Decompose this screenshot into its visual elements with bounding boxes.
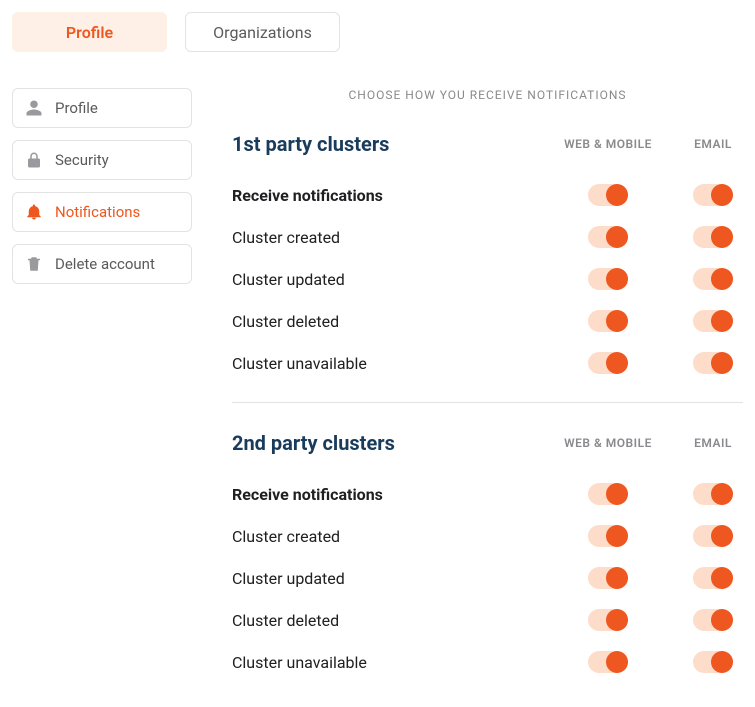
sidebar-item-label: Security xyxy=(55,151,109,169)
group-1st-party: 1st party clusters WEB & MOBILE EMAIL Re… xyxy=(232,132,743,384)
col-header-web: WEB & MOBILE xyxy=(563,137,653,151)
sidebar-item-profile[interactable]: Profile xyxy=(12,88,192,128)
column-headers: WEB & MOBILE EMAIL xyxy=(563,436,743,450)
tab-profile[interactable]: Profile xyxy=(12,12,167,52)
notification-row: Cluster updated xyxy=(232,557,743,599)
notification-row: Cluster created xyxy=(232,515,743,557)
row-label: Cluster updated xyxy=(232,569,345,588)
notification-row: Cluster created xyxy=(232,216,743,258)
toggle-email[interactable] xyxy=(693,651,733,673)
row-label: Cluster created xyxy=(232,527,340,546)
notification-row: Cluster unavailable xyxy=(232,342,743,384)
toggle-email[interactable] xyxy=(693,310,733,332)
lock-icon xyxy=(25,151,43,169)
toggle-email[interactable] xyxy=(693,567,733,589)
row-label: Receive notifications xyxy=(232,186,383,205)
col-header-web: WEB & MOBILE xyxy=(563,436,653,450)
toggle-web[interactable] xyxy=(588,609,628,631)
notification-row: Cluster deleted xyxy=(232,300,743,342)
toggle-email[interactable] xyxy=(693,483,733,505)
row-label: Cluster deleted xyxy=(232,312,339,331)
group-title: 2nd party clusters xyxy=(232,431,395,455)
divider xyxy=(232,402,743,403)
top-tabs: Profile Organizations xyxy=(12,12,743,52)
row-label: Cluster updated xyxy=(232,270,345,289)
bell-icon xyxy=(25,203,43,221)
toggle-email[interactable] xyxy=(693,609,733,631)
page-subtitle: CHOOSE HOW YOU RECEIVE NOTIFICATIONS xyxy=(232,88,743,102)
sidebar-item-label: Profile xyxy=(55,99,98,117)
toggle-email[interactable] xyxy=(693,226,733,248)
toggle-web[interactable] xyxy=(588,352,628,374)
toggle-web[interactable] xyxy=(588,483,628,505)
tab-organizations[interactable]: Organizations xyxy=(185,12,340,52)
toggle-web[interactable] xyxy=(588,184,628,206)
toggle-email[interactable] xyxy=(693,352,733,374)
column-headers: WEB & MOBILE EMAIL xyxy=(563,137,743,151)
group-2nd-party: 2nd party clusters WEB & MOBILE EMAIL Re… xyxy=(232,431,743,683)
notification-row: Receive notifications xyxy=(232,174,743,216)
toggle-email[interactable] xyxy=(693,184,733,206)
sidebar-item-delete-account[interactable]: Delete account xyxy=(12,244,192,284)
tab-label: Profile xyxy=(66,23,113,42)
user-icon xyxy=(25,99,43,117)
toggle-web[interactable] xyxy=(588,310,628,332)
toggle-web[interactable] xyxy=(588,525,628,547)
sidebar-item-security[interactable]: Security xyxy=(12,140,192,180)
toggle-email[interactable] xyxy=(693,268,733,290)
sidebar-item-notifications[interactable]: Notifications xyxy=(12,192,192,232)
sidebar-item-label: Notifications xyxy=(55,203,140,221)
row-label: Cluster created xyxy=(232,228,340,247)
row-label: Cluster deleted xyxy=(232,611,339,630)
sidebar-item-label: Delete account xyxy=(55,255,155,273)
col-header-email: EMAIL xyxy=(683,137,743,151)
notification-row: Cluster unavailable xyxy=(232,641,743,683)
row-label: Cluster unavailable xyxy=(232,653,367,672)
main: CHOOSE HOW YOU RECEIVE NOTIFICATIONS 1st… xyxy=(232,88,743,695)
tab-label: Organizations xyxy=(213,23,312,42)
group-title: 1st party clusters xyxy=(232,132,389,156)
notification-row: Cluster updated xyxy=(232,258,743,300)
row-label: Receive notifications xyxy=(232,485,383,504)
toggle-web[interactable] xyxy=(588,651,628,673)
sidebar: Profile Security Notifications Delete ac… xyxy=(12,88,192,695)
notification-row: Receive notifications xyxy=(232,473,743,515)
row-label: Cluster unavailable xyxy=(232,354,367,373)
notification-row: Cluster deleted xyxy=(232,599,743,641)
toggle-web[interactable] xyxy=(588,567,628,589)
toggle-web[interactable] xyxy=(588,268,628,290)
toggle-web[interactable] xyxy=(588,226,628,248)
toggle-email[interactable] xyxy=(693,525,733,547)
trash-icon xyxy=(25,255,43,273)
col-header-email: EMAIL xyxy=(683,436,743,450)
